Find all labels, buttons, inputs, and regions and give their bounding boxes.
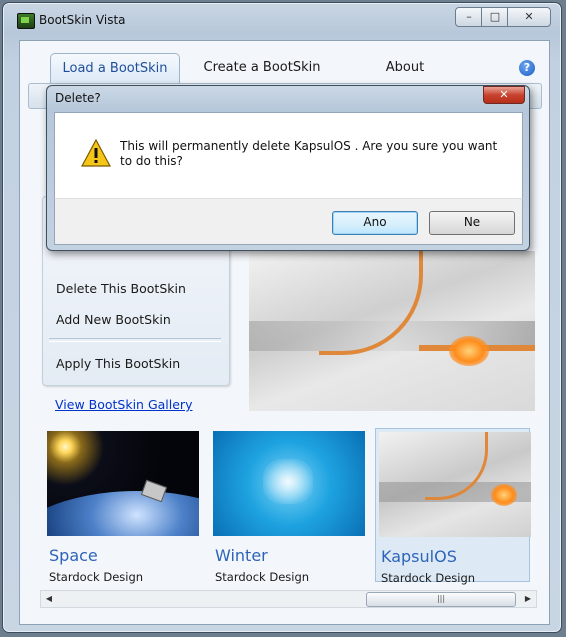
add-bootskin-link[interactable]: Add New BootSkin xyxy=(56,312,171,327)
delete-dialog: Delete? ✕ This will permanently delete K… xyxy=(46,85,530,251)
help-icon[interactable]: ? xyxy=(519,60,535,76)
scroll-left-icon[interactable]: ◀ xyxy=(41,591,57,607)
snowflake-shape xyxy=(263,459,313,504)
dialog-body: This will permanently delete KapsulOS . … xyxy=(54,112,523,199)
tab-about[interactable]: About xyxy=(370,53,440,83)
app-icon xyxy=(17,13,35,29)
earth-shape xyxy=(47,491,199,536)
skin-name: Space xyxy=(49,546,98,565)
warning-icon xyxy=(81,139,111,167)
skin-name: Winter xyxy=(215,546,268,565)
skin-author: Stardock Design xyxy=(49,570,144,584)
dialog-title: Delete? xyxy=(55,91,101,105)
dialog-message: This will permanently delete KapsulOS . … xyxy=(120,139,498,168)
tab-create-bootskin[interactable]: Create a BootSkin xyxy=(200,53,324,83)
skin-thumb-winter[interactable]: Winter Stardock Design xyxy=(208,428,365,584)
kapsulos-image xyxy=(379,432,531,537)
skin-author: Stardock Design xyxy=(381,571,476,585)
close-button[interactable]: ✕ xyxy=(507,7,551,27)
skin-name: KapsulOS xyxy=(381,547,457,566)
winter-image xyxy=(213,431,365,536)
skin-preview-image xyxy=(249,251,535,411)
apply-bootskin-link[interactable]: Apply This BootSkin xyxy=(56,356,180,371)
dialog-footer: Ano Ne xyxy=(54,198,523,245)
kapsul-glow xyxy=(491,484,517,506)
view-gallery-link[interactable]: View BootSkin Gallery xyxy=(55,397,192,412)
dialog-close-button[interactable]: ✕ xyxy=(483,86,525,104)
space-image xyxy=(47,431,199,536)
scroll-thumb[interactable]: ||| xyxy=(366,592,516,607)
window-title: BootSkin Vista xyxy=(39,13,126,27)
minimize-button[interactable]: – xyxy=(455,7,483,27)
maximize-button[interactable]: □ xyxy=(481,7,509,27)
yes-button[interactable]: Ano xyxy=(332,211,418,235)
skin-thumb-space[interactable]: Space Stardock Design xyxy=(42,428,199,584)
delete-bootskin-link[interactable]: Delete This BootSkin xyxy=(56,281,186,296)
scroll-right-icon[interactable]: ▶ xyxy=(520,591,536,607)
skin-author: Stardock Design xyxy=(215,570,310,584)
tab-load-bootskin[interactable]: Load a BootSkin xyxy=(50,53,180,84)
horizontal-scrollbar[interactable]: ◀ ||| ▶ xyxy=(40,590,537,608)
skin-thumb-kapsulos[interactable]: KapsulOS Stardock Design xyxy=(375,428,531,585)
preview-glow xyxy=(449,336,489,366)
title-bar[interactable]: BootSkin Vista – □ ✕ xyxy=(3,3,561,33)
divider xyxy=(49,338,221,342)
no-button[interactable]: Ne xyxy=(429,211,515,235)
